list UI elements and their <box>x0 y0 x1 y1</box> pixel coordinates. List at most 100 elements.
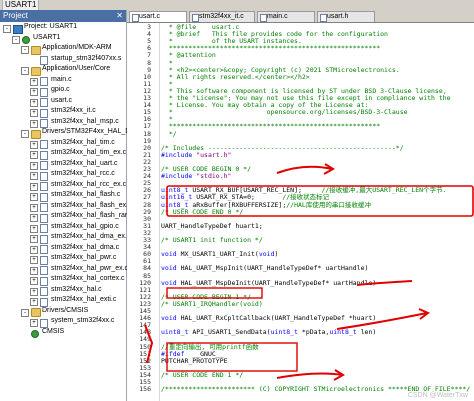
tree-item-label: Project: USART1 <box>24 23 78 30</box>
tree-item[interactable]: + usart.c <box>0 97 126 107</box>
expand-icon[interactable]: + <box>30 109 38 117</box>
code-line[interactable]: void MX_USART1_UART_Init(void) <box>161 251 474 258</box>
tree-item[interactable]: + stm32f4xx_hal_msp.c <box>0 118 126 128</box>
tree-item[interactable]: - Drivers/STM32F4xx_HAL_Driv... <box>0 128 143 139</box>
expand-icon[interactable]: + <box>30 140 38 149</box>
tree-item[interactable]: + stm32f4xx_hal_flash.c <box>0 191 126 202</box>
tree-item[interactable]: - Application/MDK-ARM <box>0 44 126 55</box>
code-token: HAL_UART_MspDeInit(UART_HandleTypeDef* u… <box>176 278 377 287</box>
close-icon[interactable]: ✕ <box>116 10 123 22</box>
expand-icon[interactable]: + <box>30 224 38 233</box>
tree-item[interactable]: - Drivers/CMSIS <box>0 307 126 317</box>
gem-icon <box>31 329 39 338</box>
tree-item-label: startup_stm32f407xx.s <box>51 54 122 62</box>
tree-item-label: stm32f4xx_hal.c <box>51 285 102 293</box>
tab-file[interactable]: stm32f4xx_it.c <box>189 11 255 22</box>
tree-item[interactable]: + stm32f4xx_hal_rcc.c <box>0 170 126 181</box>
tree-item-label: stm32f4xx_hal_tim_ex.c <box>51 149 127 156</box>
tab-file[interactable]: usart.c <box>129 11 187 22</box>
tree-item-label: USART1 <box>33 33 61 41</box>
expand-icon[interactable]: + <box>30 235 38 243</box>
tree-item[interactable]: + stm32f4xx_hal_tim_ex.c <box>0 149 126 160</box>
tree-item[interactable]: + stm32f4xx_hal_rcc_ex.c <box>0 181 126 191</box>
line-gutter: 3 4 5 6 7 8 9 10 11 12 13 14 15 16 17 18 19 20 21 22 23 24 25 2… <box>127 23 160 401</box>
expand-icon[interactable]: + <box>30 245 38 254</box>
expand-icon[interactable]: + <box>30 256 38 264</box>
code-editor[interactable]: 3 4 5 6 7 8 9 10 11 12 13 14 15 16 17 18 19 20 21 22 23 24 25 2… <box>127 23 474 401</box>
expand-icon[interactable]: + <box>30 88 38 96</box>
tree-item[interactable]: + stm32f4xx_hal_flash_ram <box>0 212 131 223</box>
gem-icon <box>22 35 30 44</box>
code-line[interactable]: void HAL_UART_RxCpltCallback(UART_Handle… <box>161 315 474 322</box>
expand-icon[interactable]: + <box>30 193 38 201</box>
expand-icon[interactable]: + <box>30 298 38 306</box>
expand-icon[interactable]: + <box>30 319 38 327</box>
collapse-icon[interactable]: - <box>21 308 29 317</box>
expand-icon[interactable]: + <box>30 161 38 170</box>
code-line[interactable]: #include "stdio.h" <box>161 173 474 180</box>
tree-item[interactable]: + stm32f4xx_hal_pwr_ex.c <box>0 265 128 275</box>
tree-item[interactable]: + stm32f4xx_hal_uart.c <box>0 160 126 170</box>
code-line[interactable]: ****************************************… <box>161 123 474 130</box>
tree-item[interactable]: + stm32f4xx_hal_dma_ex.c <box>0 233 130 244</box>
collapse-icon[interactable]: - <box>3 25 11 33</box>
expand-icon[interactable]: + <box>30 151 38 159</box>
code-line[interactable]: PUTCHAR_PROTOTYPE <box>161 357 474 365</box>
code-line[interactable]: /* USER CODE END 0 */ <box>161 208 474 216</box>
code-line[interactable]: * @attention <box>161 52 474 59</box>
tree-item[interactable]: + stm32f4xx_it.c <box>0 107 126 118</box>
tree-item[interactable]: + main.c <box>0 76 126 86</box>
tree-item-label: Application/User/Core <box>42 65 111 72</box>
collapse-icon[interactable]: - <box>21 130 29 138</box>
collapse-icon[interactable]: - <box>21 46 29 54</box>
expand-icon[interactable]: + <box>30 203 38 212</box>
file-icon <box>40 245 48 254</box>
tree-item[interactable]: + stm32f4xx_hal.c <box>0 285 126 296</box>
code-token: uint8_t <box>329 328 357 337</box>
tree-item[interactable]: CMSIS <box>0 328 126 339</box>
code-line[interactable]: /* USART1 init function */ <box>161 236 474 244</box>
tree-item[interactable]: + stm32f4xx_hal_dma.c <box>0 244 126 254</box>
code-token: ) <box>274 250 279 259</box>
tree-item[interactable]: + stm32f4xx_hal_cortex.c <box>0 275 126 286</box>
expand-icon[interactable]: + <box>30 119 38 128</box>
tree-item[interactable]: + stm32f4xx_hal_exti.c <box>0 296 126 307</box>
tree-item[interactable]: + system_stm32f4xx.c <box>0 317 126 328</box>
code-line[interactable]: /* USER CODE END 1 */ <box>161 371 474 379</box>
expand-icon[interactable]: + <box>30 277 38 285</box>
expand-icon[interactable]: + <box>30 77 38 86</box>
expand-icon[interactable]: + <box>30 182 38 191</box>
code-line[interactable]: */ <box>161 130 474 138</box>
code-line[interactable]: void HAL_UART_MspInit(UART_HandleTypeDef… <box>161 265 474 272</box>
expand-icon[interactable]: + <box>30 266 38 275</box>
collapse-icon[interactable]: - <box>12 35 20 44</box>
tree-item-label: system_stm32f4xx.c <box>51 317 115 324</box>
expand-icon[interactable]: + <box>30 172 38 180</box>
tree-item[interactable]: + stm32f4xx_hal_gpio.c <box>0 222 126 233</box>
tree-item[interactable]: + stm32f4xx_hal_tim.c <box>0 139 126 149</box>
code-line[interactable]: * opensource.org/licenses/BSD-3-Clause <box>161 109 474 116</box>
expand-icon[interactable]: + <box>30 98 38 107</box>
collapse-icon[interactable]: - <box>21 67 29 75</box>
code-line[interactable]: uint8_t API_USART1_SendData(uint8_t *pDa… <box>161 329 474 336</box>
tree-item[interactable]: - Project: USART1 <box>0 23 126 34</box>
tree-item[interactable]: + stm32f4xx_hal_flash_ex.c <box>0 202 132 212</box>
code-token: #include <box>161 172 197 181</box>
code-line[interactable]: * All rights reserved.</center></h2> <box>161 73 474 81</box>
code-line[interactable]: void HAL_UART_MspDeInit(UART_HandleTypeD… <box>161 278 474 287</box>
code-line[interactable]: UART_HandleTypeDef huart1; <box>161 222 474 230</box>
expand-icon[interactable]: + <box>30 214 38 222</box>
tree-item[interactable]: - USART1 <box>0 34 126 45</box>
code-line[interactable]: /* USART1_IRQHandler(void) <box>161 300 474 308</box>
file-icon <box>40 140 48 149</box>
expand-icon[interactable]: + <box>30 287 38 296</box>
tree-item[interactable]: startup_stm32f407xx.s <box>0 54 126 65</box>
tree-item-label: stm32f4xx_hal_gpio.c <box>51 222 119 230</box>
tree-item[interactable]: + stm32f4xx_hal_pwr.c <box>0 254 126 265</box>
tab-file[interactable]: main.c <box>257 11 315 22</box>
tab-file[interactable]: usart.h <box>317 11 375 22</box>
tree-item[interactable]: + gpio.c <box>0 86 126 97</box>
tree-item[interactable]: - Application/User/Core <box>0 65 126 76</box>
code-line[interactable]: #include "usart.h" <box>161 151 474 159</box>
project-panel-title: Project <box>3 11 28 20</box>
